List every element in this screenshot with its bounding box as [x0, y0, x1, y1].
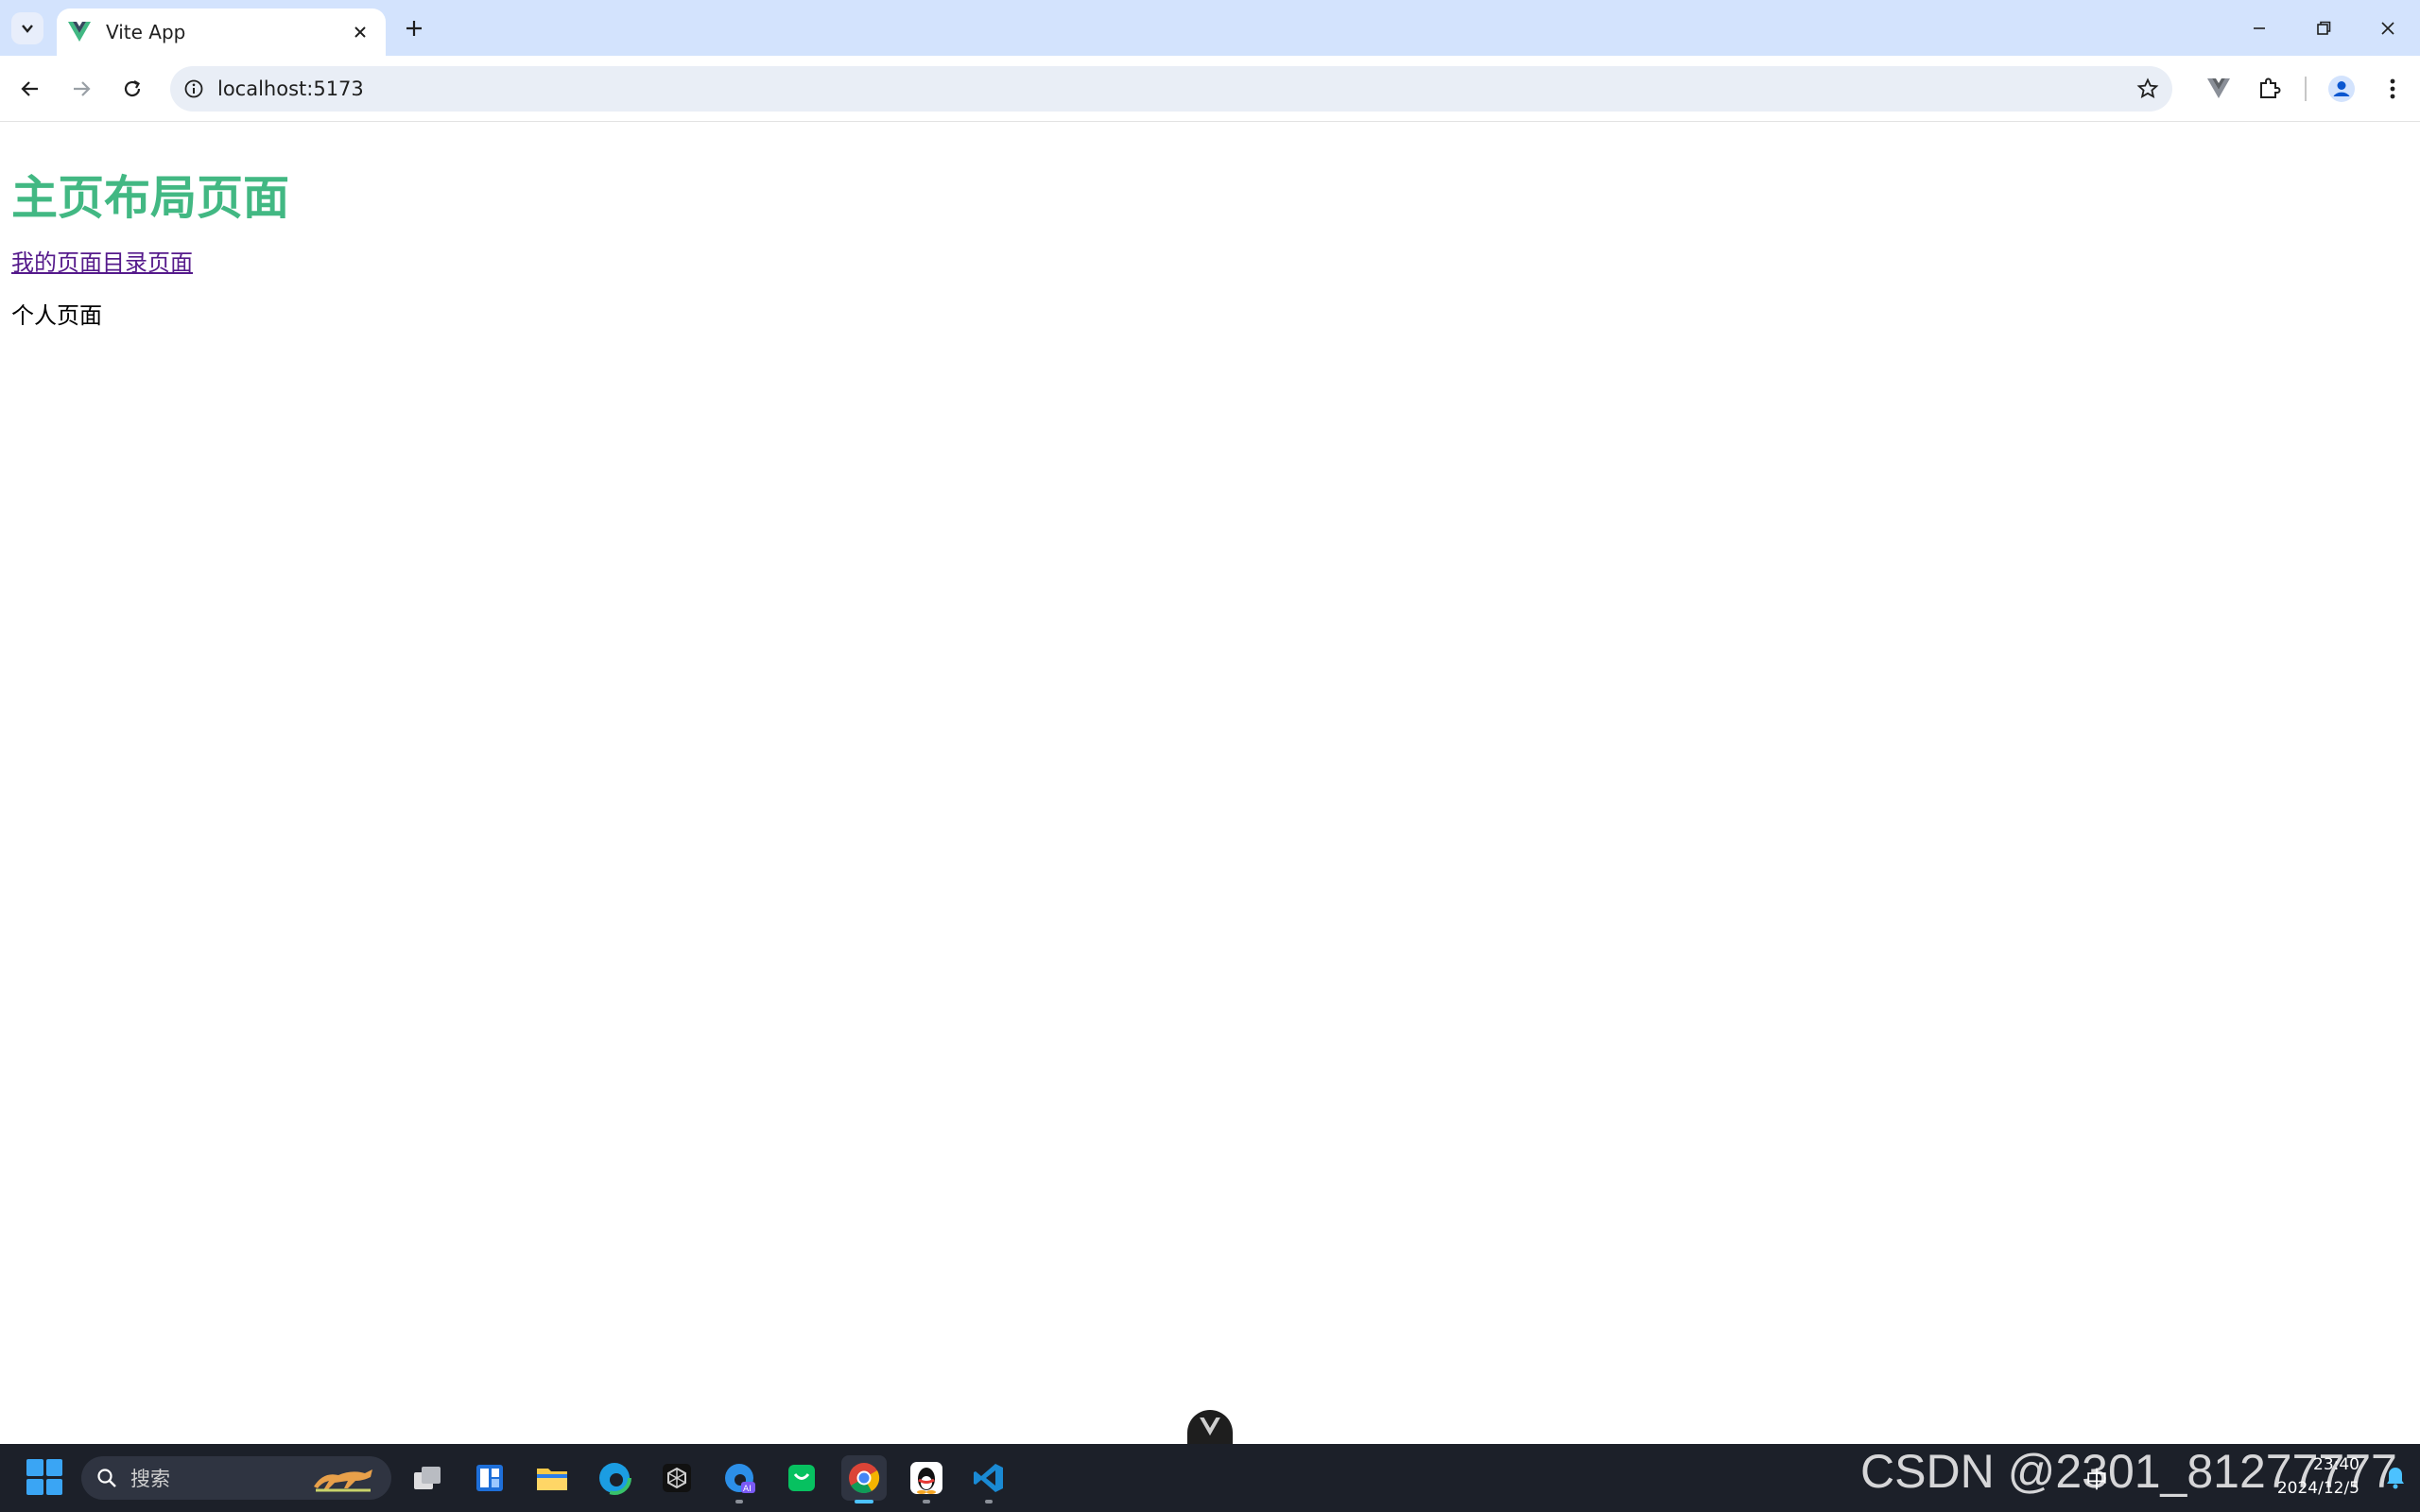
reload-button[interactable] — [112, 68, 153, 110]
plus-icon — [406, 21, 422, 36]
windows-logo-tile — [26, 1478, 43, 1495]
task-view-button[interactable] — [405, 1455, 450, 1501]
browser-toolbar: localhost:5173 — [0, 56, 2420, 122]
svg-text:AI: AI — [743, 1485, 752, 1494]
running-indicator — [923, 1500, 930, 1503]
taskbar-app-qq[interactable] — [904, 1455, 949, 1503]
minimize-icon — [2254, 26, 2265, 29]
taskbar-app-wechat-store[interactable] — [779, 1455, 824, 1501]
taskbar-app-widgets[interactable] — [467, 1455, 512, 1501]
toolbar-actions — [2189, 68, 2420, 110]
vue-devtools-extension-button[interactable] — [2197, 68, 2240, 110]
folder-icon — [537, 1469, 567, 1490]
vue-logo-icon — [68, 22, 91, 42]
back-button[interactable] — [9, 68, 51, 110]
vue-logo-icon — [1200, 1418, 1220, 1436]
tab-title: Vite App — [106, 21, 186, 43]
avatar-icon — [2328, 76, 2355, 102]
new-tab-button[interactable] — [395, 12, 433, 44]
extensions-button[interactable] — [2248, 68, 2291, 110]
taskbar-app-chrome[interactable] — [841, 1455, 887, 1503]
page-title: 主页布局页面 — [11, 171, 290, 225]
arrow-right-icon — [74, 81, 91, 96]
windows-logo-tile — [26, 1459, 43, 1476]
taskbar-app-file-explorer[interactable] — [529, 1455, 575, 1501]
windows-logo-tile — [45, 1478, 62, 1495]
toolbar-separator — [2305, 77, 2307, 101]
directory-page-link[interactable]: 我的页面目录页面 — [11, 244, 193, 277]
search-icon — [97, 1469, 116, 1487]
taskbar-app-edge[interactable] — [592, 1455, 637, 1501]
bookmark-star-icon[interactable] — [2136, 77, 2159, 100]
url-text[interactable]: localhost:5173 — [217, 77, 2136, 100]
start-button[interactable] — [26, 1459, 62, 1495]
cube-app-icon — [663, 1464, 691, 1492]
restore-button[interactable] — [2291, 0, 2356, 56]
address-bar[interactable]: localhost:5173 — [170, 66, 2172, 112]
running-indicator — [985, 1500, 993, 1503]
arrow-left-icon — [21, 81, 38, 96]
window-controls — [2227, 0, 2420, 56]
menu-button[interactable] — [2371, 68, 2414, 110]
close-icon — [354, 26, 366, 38]
info-icon[interactable] — [183, 78, 204, 99]
page-content: 主页布局页面 我的页面目录页面 个人页面 — [0, 123, 2420, 1444]
edge-icon — [597, 1461, 631, 1495]
tab-search-button[interactable] — [11, 12, 43, 44]
taskbar-app-edge-ai[interactable]: AI — [717, 1455, 762, 1503]
tab-vite-app[interactable]: Vite App — [57, 9, 386, 56]
forward-button[interactable] — [60, 68, 102, 110]
cheetah-search-highlight-icon — [314, 1469, 372, 1492]
tab-strip: Vite App — [0, 0, 2420, 56]
search-label: 搜索 — [130, 1468, 170, 1490]
edge-ai-icon: AI — [725, 1464, 755, 1494]
close-tab-button[interactable] — [348, 20, 372, 44]
taskbar-app-vscode[interactable] — [966, 1455, 1011, 1503]
qq-penguin-icon — [910, 1462, 942, 1494]
vue-devtools-icon — [2207, 78, 2230, 98]
vscode-icon — [974, 1464, 1003, 1492]
active-indicator — [855, 1500, 873, 1503]
windows-logo-tile — [45, 1459, 62, 1476]
more-vertical-icon — [2390, 78, 2395, 99]
reload-icon — [124, 80, 141, 97]
taskbar-search[interactable]: 搜索 — [81, 1456, 391, 1500]
widgets-icon — [476, 1465, 503, 1491]
task-view-icon — [414, 1467, 441, 1489]
csdn-watermark: CSDN @2301_81277777 — [1860, 1445, 2397, 1498]
chevron-down-icon — [22, 25, 33, 33]
restore-icon — [2317, 21, 2331, 35]
shopping-bag-icon — [788, 1465, 815, 1491]
running-indicator — [735, 1500, 743, 1503]
profile-button[interactable] — [2320, 68, 2363, 110]
close-icon — [2381, 21, 2394, 35]
taskbar-app-jetbrains[interactable] — [654, 1455, 700, 1501]
personal-page-text: 个人页面 — [11, 302, 102, 329]
puzzle-icon — [2260, 77, 2281, 98]
close-window-button[interactable] — [2356, 0, 2420, 56]
minimize-button[interactable] — [2227, 0, 2291, 56]
chrome-icon — [849, 1463, 880, 1494]
